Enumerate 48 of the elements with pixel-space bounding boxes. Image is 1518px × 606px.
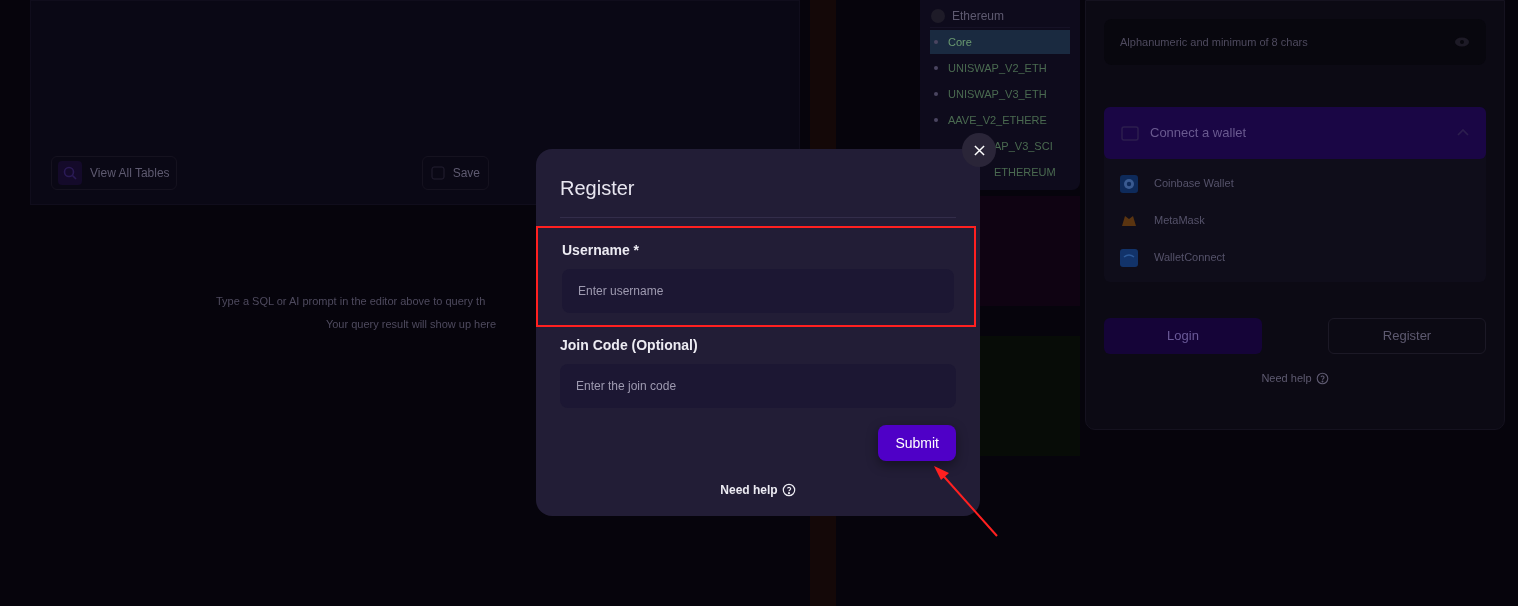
bullet-icon [934,92,938,96]
button-label: Save [452,165,480,182]
button-label: View All Tables [90,165,170,182]
accordion-title: Connect a wallet [1150,124,1248,143]
chain-item[interactable]: UNISWAP_V2_ETH [930,56,1070,80]
login-button[interactable]: Login [1104,318,1262,354]
bullet-icon [934,118,938,122]
wallet-accordion[interactable]: Connect a wallet [1104,107,1486,159]
help-link[interactable]: Need help [1261,370,1312,387]
wave-icon [1120,248,1138,267]
wallet-option[interactable]: WalletConnect [1120,239,1470,276]
input-field[interactable]: Enter the join code [560,364,956,408]
placeholder-text: Alphanumeric and minimum of 8 chars [1120,34,1308,50]
wallet-icon [1120,123,1140,143]
save-button[interactable]: Save [421,156,489,190]
view-tables-button[interactable]: View All Tables [51,156,177,190]
chain-item[interactable]: Core [930,30,1070,54]
help-link[interactable]: Need help [720,481,778,499]
field-label: Username * [562,241,641,260]
register-button[interactable]: Register [1328,318,1486,354]
wallet-option[interactable]: Coinbase Wallet [1120,165,1470,202]
chain-item[interactable]: UNISWAP_V3_ETH [930,82,1070,106]
item-label: Core [948,34,972,50]
chain-title: Ethereum [952,7,1005,25]
submit-button[interactable]: Submit [878,425,956,461]
wallet-name: MetaMask [1154,213,1205,229]
bullet-icon [934,66,938,70]
wallet-name: Coinbase Wallet [1154,176,1234,192]
close-icon [973,144,985,156]
wallet-option[interactable]: MetaMask [1120,202,1470,239]
item-label: AAVE_V2_ETHERE [948,112,1047,128]
search-icon [58,161,82,185]
help-icon [781,483,796,497]
item-label: UNISWAP_V2_ETH [948,60,1047,76]
results-hint: Type a SQL or AI prompt in the editor above to query th [216,294,486,309]
wallet-name: WalletConnect [1154,250,1226,266]
coin-icon [1120,174,1138,193]
bullet-icon [934,40,938,44]
results-hint: Your query result will show up here [325,316,497,332]
item-label: UNISWAP_V3_ETH [948,86,1047,102]
dialog-title: Register [560,173,956,218]
chain-item[interactable]: AAVE_V2_ETHERE [930,108,1070,132]
password-field[interactable]: Alphanumeric and minimum of 8 chars [1104,19,1486,65]
input-field[interactable]: Enter username [562,269,954,313]
item-label: ETHEREUM [994,164,1056,180]
item-label: AP_V3_SCI [994,138,1053,154]
field-label: Join Code (Optional) [560,336,699,355]
help-icon [1315,371,1329,385]
